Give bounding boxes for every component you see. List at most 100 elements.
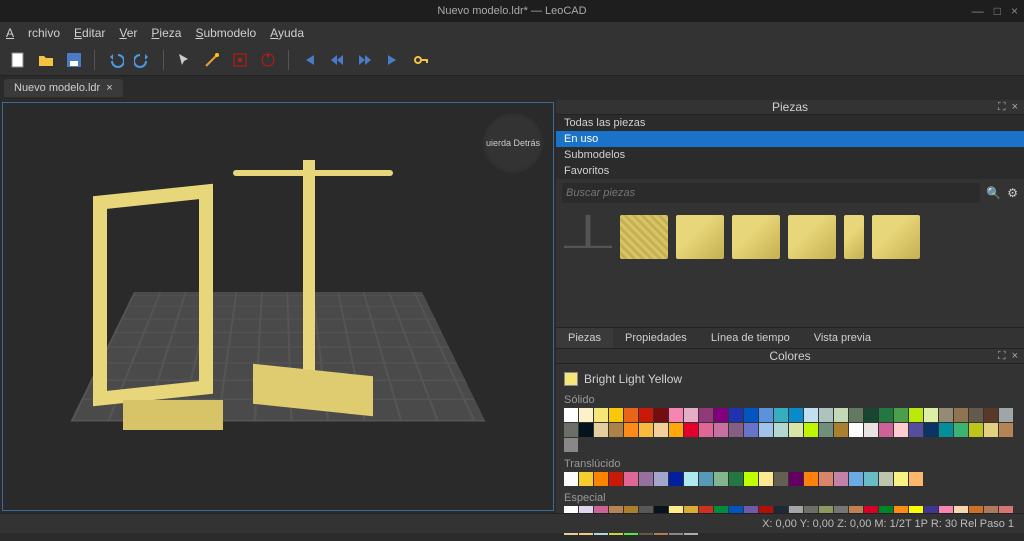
menu-submodelo[interactable]: Submodelo [195, 26, 256, 40]
save-file-icon[interactable] [62, 48, 86, 72]
color-cell[interactable] [594, 472, 608, 486]
color-cell[interactable] [654, 472, 668, 486]
color-cell[interactable] [954, 423, 968, 437]
tab-timeline[interactable]: Línea de tiempo [699, 328, 802, 348]
color-cell[interactable] [909, 423, 923, 437]
color-cell[interactable] [654, 423, 668, 437]
color-cell[interactable] [639, 472, 653, 486]
last-step-icon[interactable] [381, 48, 405, 72]
tab-close-icon[interactable]: × [106, 82, 112, 94]
color-cell[interactable] [954, 408, 968, 422]
color-cell[interactable] [579, 472, 593, 486]
color-cell[interactable] [789, 472, 803, 486]
color-cell[interactable] [774, 472, 788, 486]
search-icon[interactable]: 🔍 [986, 186, 1001, 200]
color-cell[interactable] [639, 423, 653, 437]
color-cell[interactable] [669, 423, 683, 437]
color-cell[interactable] [969, 408, 983, 422]
color-cell[interactable] [699, 472, 713, 486]
tab-preview[interactable]: Vista previa [802, 328, 883, 348]
color-cell[interactable] [834, 423, 848, 437]
color-cell[interactable] [819, 472, 833, 486]
color-cell[interactable] [819, 408, 833, 422]
color-cell[interactable] [984, 408, 998, 422]
color-cell[interactable] [969, 423, 983, 437]
color-cell[interactable] [624, 408, 638, 422]
first-step-icon[interactable] [297, 48, 321, 72]
color-cell[interactable] [909, 408, 923, 422]
search-input[interactable] [562, 183, 980, 203]
maximize-icon[interactable]: □ [994, 4, 1001, 18]
filter-favorites[interactable]: Favoritos [556, 163, 1024, 179]
color-cell[interactable] [759, 472, 773, 486]
key-icon[interactable] [409, 48, 433, 72]
color-cell[interactable] [864, 472, 878, 486]
color-cell[interactable] [849, 408, 863, 422]
part-thumb[interactable] [732, 215, 780, 259]
viewcube[interactable]: uierda Detrás [483, 113, 543, 173]
prev-step-icon[interactable] [325, 48, 349, 72]
menu-archivo[interactable]: Archivo [6, 26, 60, 40]
color-cell[interactable] [984, 423, 998, 437]
color-cell[interactable] [609, 472, 623, 486]
wand-icon[interactable] [200, 48, 224, 72]
color-cell[interactable] [564, 423, 578, 437]
color-cell[interactable] [909, 472, 923, 486]
color-cell[interactable] [864, 423, 878, 437]
menu-pieza[interactable]: Pieza [151, 26, 181, 40]
color-cell[interactable] [819, 423, 833, 437]
color-cell[interactable] [609, 408, 623, 422]
color-cell[interactable] [729, 423, 743, 437]
color-cell[interactable] [744, 408, 758, 422]
color-cell[interactable] [564, 472, 578, 486]
color-cell[interactable] [804, 472, 818, 486]
color-cell[interactable] [864, 408, 878, 422]
undo-icon[interactable] [103, 48, 127, 72]
expand-icon[interactable]: ⛶ [998, 350, 1006, 363]
color-cell[interactable] [924, 423, 938, 437]
settings-icon[interactable]: ⚙ [1007, 186, 1018, 200]
color-cell[interactable] [849, 423, 863, 437]
color-cell[interactable] [579, 423, 593, 437]
color-cell[interactable] [879, 423, 893, 437]
color-cell[interactable] [789, 423, 803, 437]
color-cell[interactable] [594, 423, 608, 437]
color-cell[interactable] [804, 408, 818, 422]
filter-inuse[interactable]: En uso [556, 131, 1024, 147]
color-cell[interactable] [684, 472, 698, 486]
color-cell[interactable] [774, 423, 788, 437]
filter-all[interactable]: Todas las piezas [556, 115, 1024, 131]
snap-icon[interactable] [228, 48, 252, 72]
color-cell[interactable] [729, 408, 743, 422]
color-cell[interactable] [834, 408, 848, 422]
color-cell[interactable] [894, 472, 908, 486]
color-cell[interactable] [684, 423, 698, 437]
menu-ayuda[interactable]: Ayuda [270, 26, 304, 40]
color-cell[interactable] [579, 408, 593, 422]
color-cell[interactable] [744, 423, 758, 437]
open-file-icon[interactable] [34, 48, 58, 72]
color-cell[interactable] [999, 423, 1013, 437]
panel-close-icon[interactable]: × [1012, 101, 1018, 114]
color-cell[interactable] [684, 408, 698, 422]
color-cell[interactable] [939, 423, 953, 437]
color-cell[interactable] [594, 408, 608, 422]
color-cell[interactable] [759, 408, 773, 422]
color-cell[interactable] [699, 408, 713, 422]
color-cell[interactable] [714, 472, 728, 486]
color-cell[interactable] [924, 408, 938, 422]
color-cell[interactable] [759, 423, 773, 437]
new-file-icon[interactable] [6, 48, 30, 72]
color-cell[interactable] [774, 408, 788, 422]
minimize-icon[interactable]: — [972, 4, 984, 18]
color-cell[interactable] [654, 408, 668, 422]
expand-icon[interactable]: ⛶ [998, 101, 1006, 114]
color-cell[interactable] [564, 438, 578, 452]
color-cell[interactable] [564, 408, 578, 422]
panel-close-icon[interactable]: × [1012, 350, 1018, 363]
color-cell[interactable] [999, 408, 1013, 422]
color-cell[interactable] [789, 408, 803, 422]
part-thumb[interactable] [872, 215, 920, 259]
menu-editar[interactable]: Editar [74, 26, 105, 40]
redo-icon[interactable] [131, 48, 155, 72]
